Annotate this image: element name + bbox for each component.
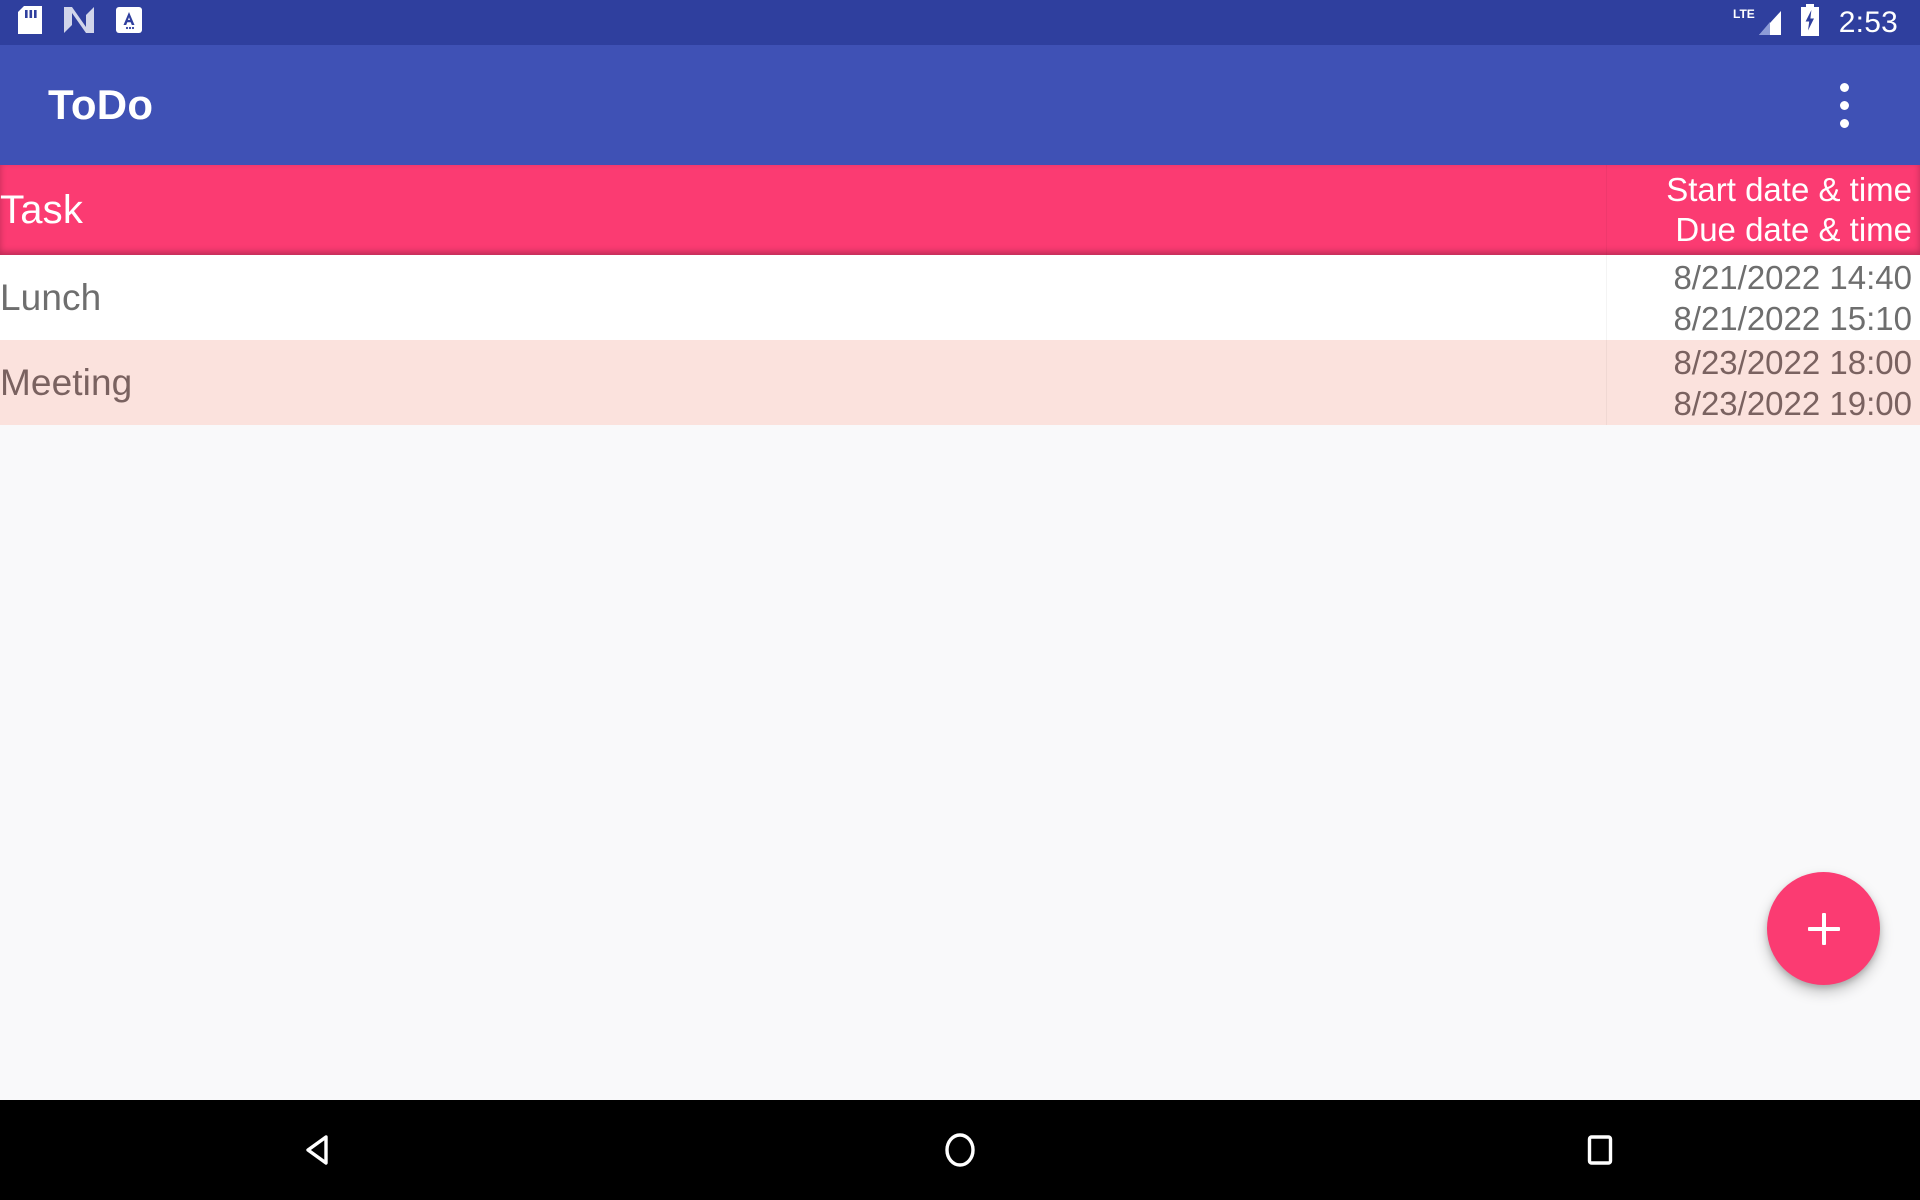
sd-card-icon	[18, 6, 42, 39]
row-cell-dates: 8/21/2022 14:40 8/21/2022 15:10	[1607, 255, 1920, 340]
overflow-dot	[1839, 82, 1849, 92]
task-name: Lunch	[0, 277, 102, 318]
overflow-dot	[1839, 100, 1849, 110]
column-divider	[1606, 340, 1607, 425]
overflow-menu-button[interactable]	[1814, 57, 1874, 153]
lte-signal-icon: LTE	[1731, 5, 1783, 40]
status-bar: LTE 2:53	[0, 0, 1920, 45]
app-title: ToDo	[48, 81, 154, 128]
row-cell-task: Lunch	[0, 255, 1607, 340]
header-task-label: Task	[0, 188, 84, 232]
task-name: Meeting	[0, 362, 133, 403]
keyboard-language-icon	[116, 7, 142, 38]
task-due-datetime: 8/21/2022 15:10	[1673, 299, 1912, 337]
row-cell-task: Meeting	[0, 340, 1607, 425]
nav-home-button[interactable]	[880, 1100, 1040, 1200]
battery-charging-icon	[1799, 4, 1821, 41]
header-start-label: Start date & time	[1666, 171, 1912, 208]
row-cell-dates: 8/23/2022 18:00 8/23/2022 19:00	[1607, 340, 1920, 425]
nav-back-button[interactable]	[240, 1100, 400, 1200]
task-due-datetime: 8/23/2022 19:00	[1673, 384, 1912, 422]
android-navigation-bar	[0, 1100, 1920, 1200]
header-due-label: Due date & time	[1675, 211, 1912, 248]
nav-recents-button[interactable]	[1520, 1100, 1680, 1200]
status-bar-left-icons	[18, 6, 142, 39]
task-start-datetime: 8/21/2022 14:40	[1673, 258, 1912, 296]
home-circle-icon	[945, 1133, 975, 1167]
recents-square-icon	[1587, 1135, 1613, 1165]
table-header-row: Task Start date & time Due date & time	[0, 165, 1920, 255]
android-n-icon	[64, 7, 94, 38]
overflow-dot	[1839, 118, 1849, 128]
plus-icon	[1821, 912, 1826, 945]
back-triangle-icon	[306, 1135, 328, 1165]
table-row[interactable]: Lunch 8/21/2022 14:40 8/21/2022 15:10	[0, 255, 1920, 340]
column-divider	[1606, 255, 1607, 340]
svg-text:LTE: LTE	[1733, 7, 1755, 21]
add-task-fab[interactable]	[1767, 872, 1880, 985]
task-table: Task Start date & time Due date & time L…	[0, 165, 1920, 425]
task-start-datetime: 8/23/2022 18:00	[1673, 343, 1912, 381]
table-row[interactable]: Meeting 8/23/2022 18:00 8/23/2022 19:00	[0, 340, 1920, 425]
status-bar-right-icons: LTE 2:53	[1731, 4, 1898, 41]
header-cell-dates: Start date & time Due date & time	[1607, 165, 1920, 255]
app-bar: ToDo	[0, 45, 1920, 165]
app-screen: LTE 2:53 ToDo Task Start date & time Due…	[0, 0, 1920, 1200]
column-divider	[1606, 165, 1607, 255]
status-bar-clock: 2:53	[1838, 5, 1898, 39]
header-cell-task: Task	[0, 165, 1607, 255]
